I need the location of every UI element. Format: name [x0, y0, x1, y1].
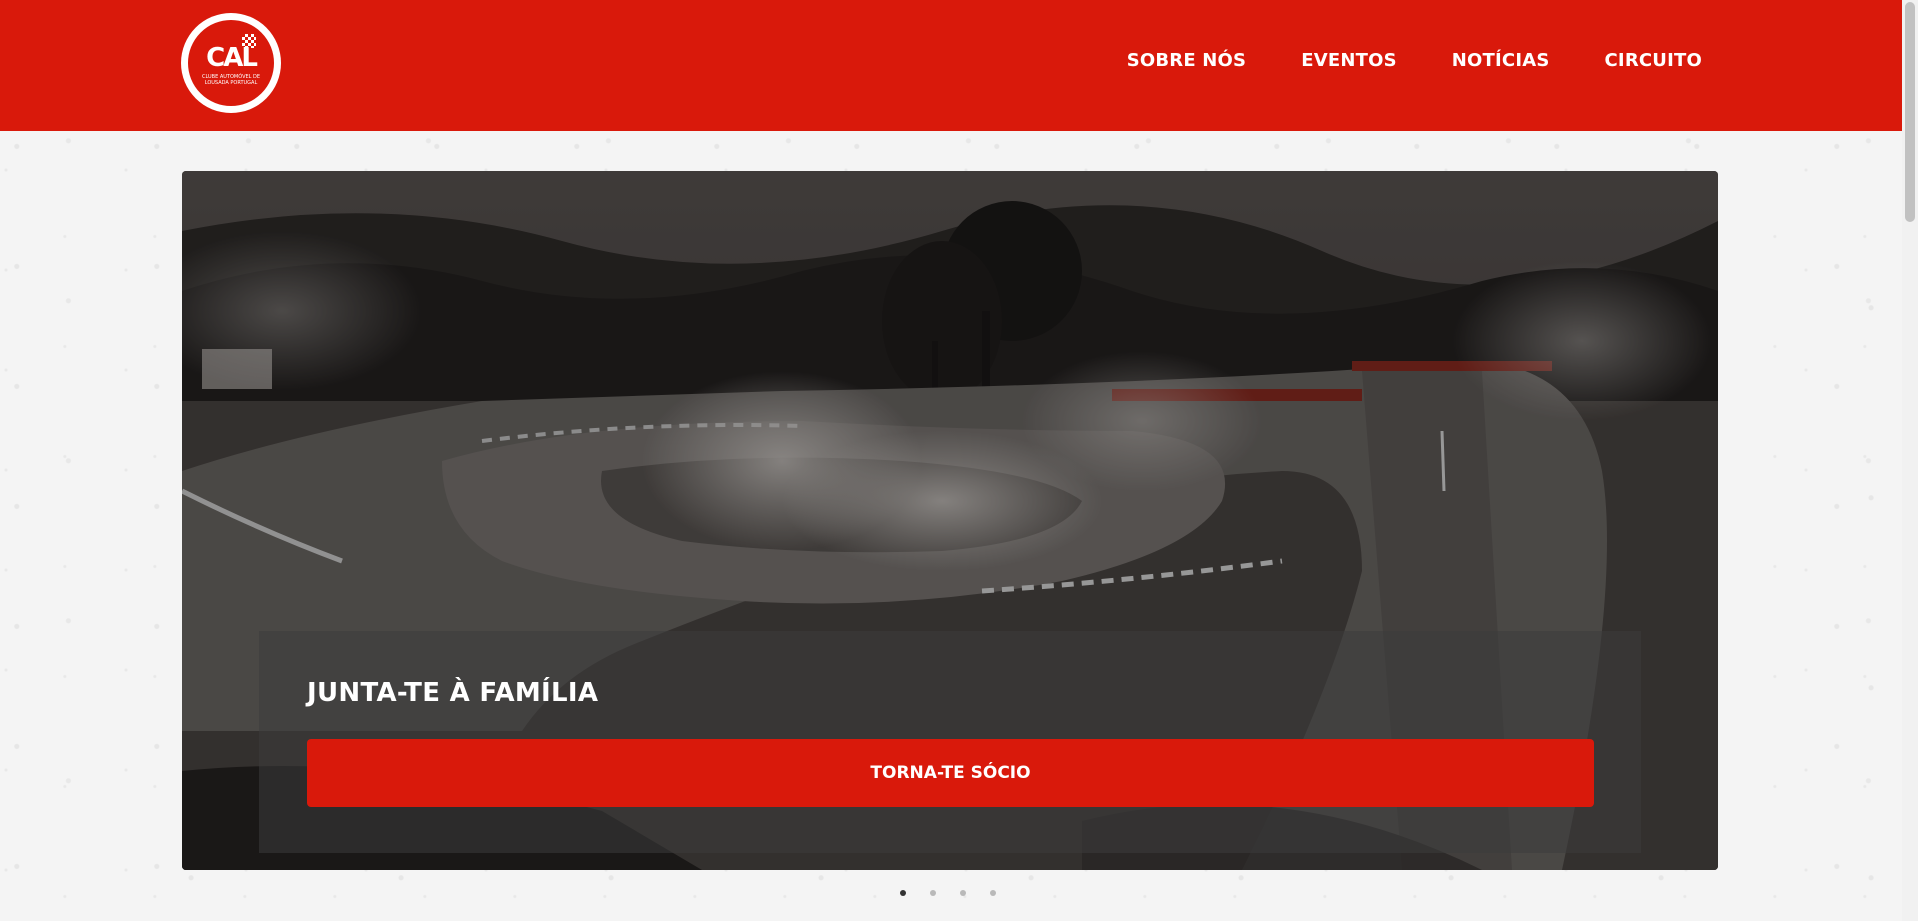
nav-link-sobre-nos[interactable]: SOBRE NÓS — [1127, 50, 1247, 71]
carousel-dot-3[interactable] — [960, 890, 966, 896]
nav-link-noticias[interactable]: NOTÍCIAS — [1452, 50, 1550, 71]
cta-heading: JUNTA-TE À FAMÍLIA — [307, 678, 599, 708]
logo-text: CLUBE AUTOMÓVEL DE LOUSADA PORTUGAL — [201, 73, 261, 86]
page-scrollbar[interactable] — [1902, 0, 1918, 921]
scrollbar-thumb[interactable] — [1905, 2, 1915, 222]
main-nav: SOBRE NÓS EVENTOS NOTÍCIAS CIRCUITO — [1127, 50, 1702, 71]
site-header: CAL CLUBE AUTOMÓVEL DE LOUSADA PORTUGAL … — [0, 0, 1902, 131]
become-member-button[interactable]: TORNA-TE SÓCIO — [307, 739, 1594, 807]
carousel-indicators — [900, 890, 996, 896]
logo-badge: CAL CLUBE AUTOMÓVEL DE LOUSADA PORTUGAL — [186, 18, 276, 108]
logo-mark: CAL — [206, 42, 258, 73]
nav-link-eventos[interactable]: EVENTOS — [1301, 50, 1397, 71]
checkered-flag-icon — [242, 34, 256, 48]
carousel-dot-1[interactable] — [900, 890, 906, 896]
club-logo[interactable]: CAL CLUBE AUTOMÓVEL DE LOUSADA PORTUGAL — [181, 13, 281, 113]
cta-panel: JUNTA-TE À FAMÍLIA TORNA-TE SÓCIO — [259, 631, 1641, 853]
nav-link-circuito[interactable]: CIRCUITO — [1605, 50, 1702, 71]
carousel-dot-4[interactable] — [990, 890, 996, 896]
carousel-dot-2[interactable] — [930, 890, 936, 896]
hero-slide: JUNTA-TE À FAMÍLIA TORNA-TE SÓCIO — [182, 171, 1718, 870]
